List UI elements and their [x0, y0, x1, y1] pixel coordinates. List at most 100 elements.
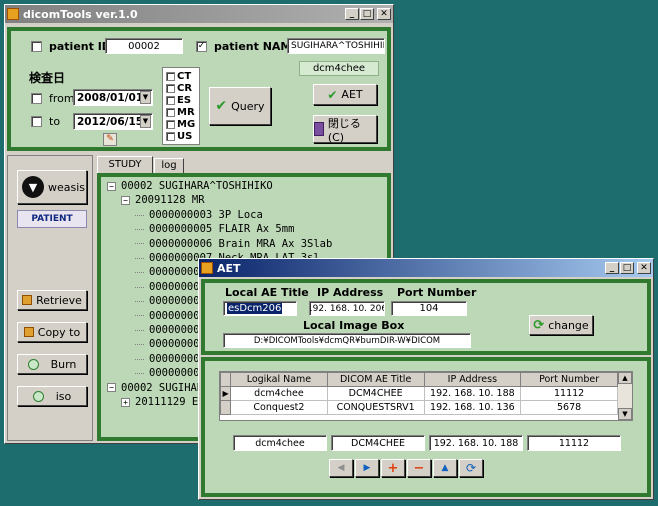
patient-name-checkbox[interactable]: ✓: [196, 41, 207, 52]
prev-icon[interactable]: ◀: [329, 459, 353, 477]
ip-input[interactable]: 192. 168. 10. 206: [309, 301, 385, 316]
column-header[interactable]: Port Number: [520, 372, 618, 387]
aet-titlebar[interactable]: AET _ □ ✕: [199, 259, 653, 277]
tree-node-label: 0000000006 Brain MRA Ax 3Slab: [149, 237, 333, 250]
tab-study-tree[interactable]: STUDY Tree: [97, 156, 153, 185]
modality-item-es[interactable]: ES: [166, 94, 196, 106]
local-ae-value: esDcm206: [227, 303, 283, 314]
minimize-icon[interactable]: _: [605, 262, 619, 274]
app-icon: [201, 262, 213, 274]
tree-node[interactable]: 0000000006 Brain MRA Ax 3Slab: [101, 237, 387, 251]
to-date-picker[interactable]: 2012/06/15 ▼: [73, 113, 153, 130]
close-button[interactable]: 閉じる(C): [313, 115, 377, 144]
patient-id-checkbox[interactable]: [31, 41, 42, 52]
door-icon: [314, 122, 324, 136]
chevron-down-icon[interactable]: ▼: [140, 91, 151, 104]
column-header[interactable]: Logikal Name: [230, 372, 328, 387]
tree-connector: [135, 272, 144, 274]
modality-item-mr[interactable]: MR: [166, 106, 196, 118]
tree-connector: [135, 372, 144, 374]
from-date-value: 2008/01/01: [77, 91, 144, 104]
tree-node[interactable]: −00002 SUGIHARA^TOSHIHIKO: [101, 179, 387, 193]
server-label: dcm4chee: [299, 61, 379, 76]
collapse-icon[interactable]: −: [107, 383, 116, 393]
table-scrollbar[interactable]: ▲ ▼: [618, 372, 632, 420]
up-icon[interactable]: ▲: [433, 459, 457, 477]
edit-tool-icon[interactable]: ✎: [103, 133, 117, 146]
iso-button[interactable]: iso: [17, 386, 87, 406]
edit-port[interactable]: 11112: [527, 435, 621, 451]
tree-node[interactable]: 0000000003 3P Loca: [101, 208, 387, 222]
navigator: ◀ ▶ + − ▲ ⟳: [329, 459, 483, 477]
tree-connector: [135, 257, 144, 259]
tab-log[interactable]: log: [154, 158, 184, 173]
scroll-down-icon[interactable]: ▼: [618, 408, 632, 420]
search-panel: patient ID 00002 ✓ patient NAME SUGIHARA…: [11, 31, 387, 147]
add-icon[interactable]: +: [381, 459, 405, 477]
local-ae-input[interactable]: esDcm206: [223, 301, 297, 316]
to-date-value: 2012/06/15: [77, 115, 144, 128]
close-icon[interactable]: ✕: [637, 262, 651, 274]
tab-strip: STUDY Tree log: [97, 155, 391, 185]
patient-name-input[interactable]: SUGIHARA^TOSHIHIKC: [287, 38, 385, 54]
search-frame: patient ID 00002 ✓ patient NAME SUGIHARA…: [7, 27, 391, 151]
checkmark-icon: ✔: [327, 87, 338, 102]
patient-id-input[interactable]: 00002: [105, 38, 183, 54]
scroll-up-icon[interactable]: ▲: [618, 372, 632, 384]
tree-connector: [135, 329, 144, 331]
tree-node[interactable]: −20091128 MR: [101, 193, 387, 207]
from-date-picker[interactable]: 2008/01/01 ▼: [73, 89, 153, 106]
aet-button[interactable]: ✔ AET: [313, 84, 377, 105]
tree-node[interactable]: 0000000005 FLAIR Ax 5mm: [101, 222, 387, 236]
disc-icon: [32, 390, 44, 402]
modality-item-mg[interactable]: MG: [166, 118, 196, 130]
image-box-input[interactable]: D:¥DICOMTools¥dcmQR¥burnDIR-W¥DICOM: [223, 333, 471, 348]
maximize-icon[interactable]: □: [620, 262, 634, 274]
column-header[interactable]: IP Address: [423, 372, 522, 387]
close-icon[interactable]: ✕: [377, 8, 391, 20]
tree-node-label: 00002 SUGIHARA: [121, 381, 210, 394]
tree-connector: [135, 315, 144, 317]
to-label: to: [49, 115, 61, 128]
port-label: Port Number: [397, 286, 477, 299]
modality-item-ct[interactable]: CT: [166, 70, 196, 82]
from-checkbox[interactable]: [31, 93, 42, 104]
edit-ae-title[interactable]: DCM4CHEE: [331, 435, 425, 451]
weasis-button[interactable]: ▼ weasis: [17, 170, 87, 204]
table-row[interactable]: ▶ dcm4chee DCM4CHEE 192. 168. 10. 188 11…: [219, 386, 618, 401]
to-checkbox[interactable]: [31, 116, 42, 127]
edit-logical-name[interactable]: dcm4chee: [233, 435, 327, 451]
tree-connector: [135, 358, 144, 360]
port-input[interactable]: 104: [391, 301, 467, 316]
aet-window-title: AET: [217, 261, 241, 275]
column-header[interactable]: DICOM AE Title: [326, 372, 425, 387]
next-icon[interactable]: ▶: [355, 459, 379, 477]
aet-settings-frame: Local AE Title esDcm206 IP Address 192. …: [201, 279, 651, 355]
collapse-icon[interactable]: −: [107, 181, 116, 191]
change-button[interactable]: ⟳ change: [529, 315, 593, 335]
modality-item-us[interactable]: US: [166, 130, 196, 142]
weasis-logo-icon: ▼: [22, 176, 44, 198]
table-row[interactable]: Conquest2 CONQUESTSRV1 192. 168. 10. 136…: [219, 400, 618, 415]
copyto-button[interactable]: Copy to: [17, 322, 87, 342]
tree-connector: [135, 243, 144, 245]
aet-settings-panel: Local AE Title esDcm206 IP Address 192. …: [205, 283, 647, 351]
refresh-icon[interactable]: ⟳: [459, 459, 483, 477]
from-label: from: [49, 92, 75, 105]
chevron-down-icon[interactable]: ▼: [140, 115, 151, 128]
edit-ip[interactable]: 192. 168. 10. 188: [429, 435, 523, 451]
expand-icon[interactable]: +: [121, 397, 130, 407]
minimize-icon[interactable]: _: [345, 8, 359, 20]
date-heading: 検査日: [29, 71, 66, 85]
tree-node-label: 20091128 MR: [135, 194, 205, 207]
maximize-icon[interactable]: □: [360, 8, 374, 20]
main-titlebar[interactable]: dicomTools ver.1.0 _ □ ✕: [5, 5, 393, 23]
burn-button[interactable]: Burn: [17, 354, 87, 374]
aet-list-frame: Logikal Name DICOM AE Title IP Address P…: [201, 357, 651, 497]
disc-icon: [27, 358, 39, 370]
collapse-icon[interactable]: −: [121, 196, 130, 206]
remove-icon[interactable]: −: [407, 459, 431, 477]
retrieve-button[interactable]: Retrieve: [17, 290, 87, 310]
modality-item-cr[interactable]: CR: [166, 82, 196, 94]
query-button[interactable]: ✔ Query: [209, 87, 271, 125]
